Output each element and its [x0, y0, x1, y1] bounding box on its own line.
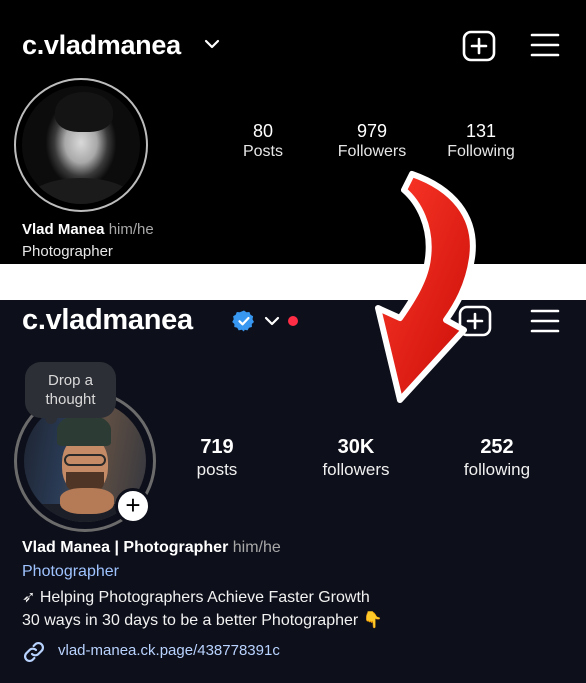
stat-value: 131 [465, 121, 497, 141]
stat-label: Posts [242, 143, 283, 160]
plus-icon: + [125, 490, 141, 520]
pronouns: him/he [232, 539, 281, 556]
plus-square-icon[interactable] [462, 30, 496, 62]
hamburger-menu-icon[interactable] [530, 308, 560, 334]
avatar[interactable] [22, 86, 140, 204]
stat-followers[interactable]: 979 Followers [317, 121, 427, 163]
bio-line: 30 ways in 30 days to be a better Photog… [22, 612, 383, 629]
display-name: Vlad Manea him/he [22, 221, 154, 238]
avatar-beanie [57, 414, 111, 446]
display-name-text: Vlad Manea [22, 221, 105, 238]
chevron-down-icon[interactable] [262, 312, 282, 330]
red-dot-icon [288, 316, 298, 326]
avatar-shoulders [30, 178, 132, 204]
note-bubble[interactable]: Drop a thought [25, 362, 116, 418]
stat-value: 252 [480, 436, 514, 458]
pronouns: him/he [108, 221, 154, 238]
stat-label: following [463, 460, 531, 479]
red-curved-arrow [375, 171, 476, 403]
display-name-text: Vlad Manea | Photographer [22, 539, 229, 556]
username[interactable]: c.vladmanea [22, 304, 193, 337]
add-story-button[interactable]: + [115, 488, 151, 524]
stat-value: 719 [200, 436, 234, 458]
username[interactable]: c.vladmanea [22, 30, 181, 61]
display-name: Vlad Manea | Photographer him/he [22, 539, 281, 557]
category-label[interactable]: Photographer [22, 563, 119, 581]
bio-line: ➶ Helping Photographers Achieve Faster G… [22, 589, 370, 606]
stat-following[interactable]: 252 following [432, 436, 562, 482]
category-label: Photographer [22, 243, 113, 260]
stat-value: 979 [356, 121, 388, 141]
stat-value: 30K [337, 436, 375, 458]
stat-followers[interactable]: 30K followers [291, 436, 421, 482]
link-icon [23, 641, 45, 663]
stat-following[interactable]: 131 Following [426, 121, 536, 163]
stat-posts[interactable]: 719 posts [152, 436, 282, 482]
stat-label: followers [322, 460, 390, 479]
note-bubble-text: Drop a thought [45, 372, 96, 408]
avatar-glasses [64, 454, 106, 466]
verified-badge-icon [232, 310, 254, 332]
stat-posts[interactable]: 80 Posts [208, 121, 318, 163]
hamburger-menu-icon[interactable] [530, 32, 560, 58]
stat-value: 80 [252, 121, 274, 141]
stat-label: posts [196, 460, 238, 479]
profile-link[interactable]: vlad-manea.ck.page/438778391c [58, 642, 280, 659]
avatar-hair [55, 92, 113, 132]
avatar-hand [60, 488, 114, 514]
chevron-down-icon[interactable] [202, 34, 222, 54]
